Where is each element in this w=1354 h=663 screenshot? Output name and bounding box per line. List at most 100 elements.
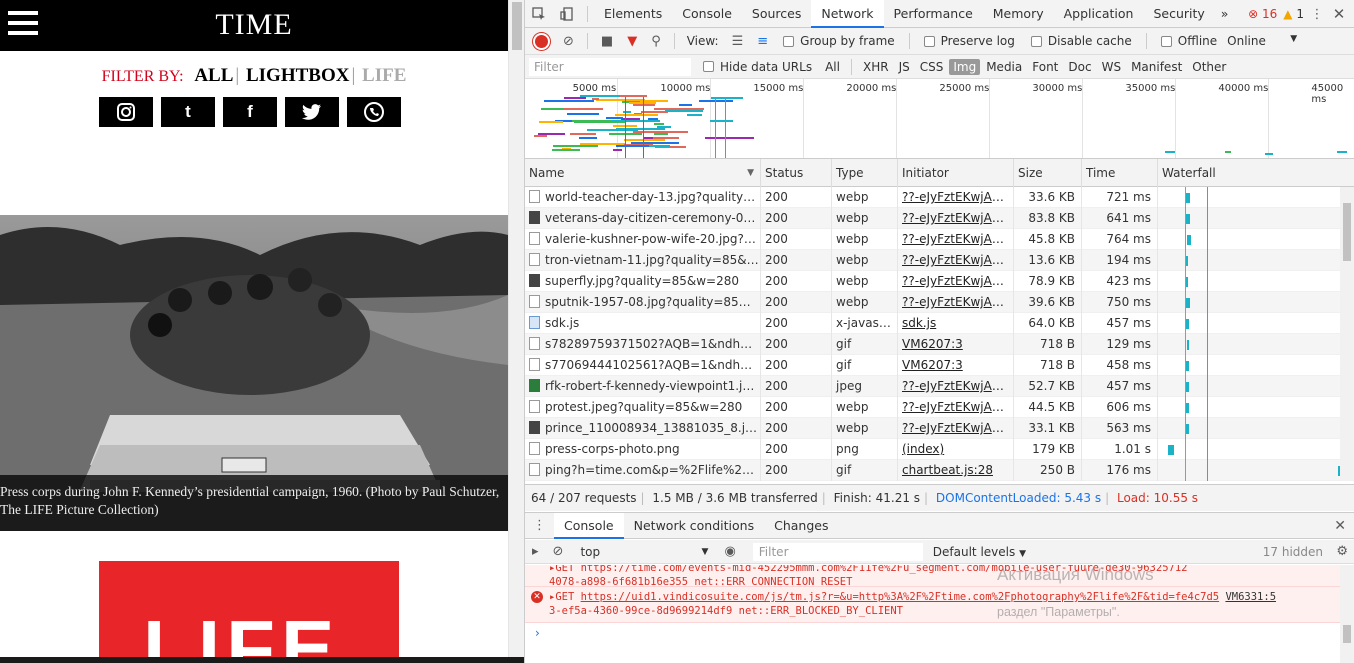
whatsapp-icon[interactable]: [347, 97, 401, 127]
tab-elements[interactable]: Elements: [594, 0, 672, 28]
clear-icon[interactable]: ⊘: [563, 34, 574, 49]
type-filter-all[interactable]: All: [821, 59, 844, 75]
tab-memory[interactable]: Memory: [983, 0, 1054, 28]
waterfall-view-icon[interactable]: ≡: [757, 34, 768, 49]
life-logo[interactable]: LIFE: [99, 561, 399, 663]
column-header-name[interactable]: Name ▼: [525, 159, 761, 187]
error-count-badge[interactable]: ⊗ 16: [1248, 7, 1277, 21]
table-row[interactable]: prince_110008934_13881035_8.jpg?q...200w…: [525, 418, 1354, 439]
warning-count-badge[interactable]: ▲ 1: [1283, 7, 1304, 21]
request-initiator[interactable]: ??-eJyFztEKwjAMB...: [898, 376, 1014, 397]
log-levels-select[interactable]: Default levels ▼: [933, 545, 1026, 559]
column-header-waterfall[interactable]: Waterfall: [1158, 159, 1354, 187]
request-initiator[interactable]: ??-eJyFztEKwjAMB...: [898, 250, 1014, 271]
network-overview-timeline[interactable]: 5000 ms 10000 ms 15000 ms 20000 ms 25000 ms 3…: [525, 79, 1354, 159]
column-header-initiator[interactable]: Initiator: [898, 159, 1014, 187]
console-settings-icon[interactable]: ⚙: [1336, 544, 1348, 559]
instagram-icon[interactable]: [99, 97, 153, 127]
console-scrollbar[interactable]: [1340, 565, 1354, 663]
network-filter-input[interactable]: Filter: [529, 57, 691, 76]
screenshot-icon[interactable]: ■: [601, 34, 613, 49]
console-sidebar-icon[interactable]: ▸: [532, 544, 539, 559]
request-initiator[interactable]: ??-eJyFztEKwjAMB...: [898, 271, 1014, 292]
request-initiator[interactable]: ??-eJyFztEKwjAMB...: [898, 292, 1014, 313]
request-initiator[interactable]: ??-eJyFztEKwjAMB...: [898, 229, 1014, 250]
table-row[interactable]: veterans-day-citizen-ceremony-01.jp... 20…: [525, 208, 1354, 229]
filter-lightbox-link[interactable]: LIGHTBOX: [246, 65, 349, 86]
request-initiator[interactable]: ??-eJyFztEKwjAMB...: [898, 397, 1014, 418]
table-row[interactable]: ping?h=time.com&p=%2Flife%2F&u... 200 gif c…: [525, 460, 1354, 481]
close-drawer-icon[interactable]: ✕: [1334, 518, 1346, 534]
column-header-type[interactable]: Type: [832, 159, 898, 187]
request-initiator[interactable]: sdk.js: [898, 313, 1014, 334]
request-initiator[interactable]: (index): [898, 439, 1014, 460]
filter-icon[interactable]: ▼: [627, 34, 637, 49]
error-url-link[interactable]: https://uid1.vindicosuite.com/js/tm.js?r…: [581, 591, 1219, 603]
tab-security[interactable]: Security: [1143, 0, 1214, 28]
table-row[interactable]: s78289759371502?AQB=1&ndh=1&t... 200 gif VM…: [525, 334, 1354, 355]
error-source-link[interactable]: VM6331:5: [1225, 591, 1276, 603]
large-rows-icon[interactable]: ☰: [732, 34, 744, 49]
column-header-status[interactable]: Status: [761, 159, 832, 187]
live-expression-icon[interactable]: ◉: [724, 544, 735, 559]
request-initiator[interactable]: ??-eJyFztEKwjAMB...: [898, 418, 1014, 439]
more-options-icon[interactable]: ⋮: [1310, 0, 1324, 28]
inspect-element-icon[interactable]: [525, 0, 553, 28]
tab-network[interactable]: Network: [811, 0, 884, 28]
page-scrollbar[interactable]: [508, 0, 524, 663]
console-prompt[interactable]: ›: [525, 623, 1354, 640]
request-initiator[interactable]: VM6207:3: [898, 334, 1014, 355]
disable-cache-checkbox[interactable]: Disable cache: [1030, 34, 1132, 48]
device-toolbar-icon[interactable]: [553, 0, 581, 28]
throttling-select[interactable]: Online ▼: [1227, 34, 1297, 48]
type-filter-manifest[interactable]: Manifest: [1127, 59, 1186, 75]
table-row[interactable]: sputnik-1957-08.jpg?quality=85&w=... 200 w…: [525, 292, 1354, 313]
type-filter-media[interactable]: Media: [982, 59, 1026, 75]
request-initiator[interactable]: VM6207:3: [898, 355, 1014, 376]
twitter-icon[interactable]: [285, 97, 339, 127]
tab-performance[interactable]: Performance: [884, 0, 983, 28]
tab-console[interactable]: Console: [672, 0, 742, 28]
type-filter-font[interactable]: Font: [1028, 59, 1062, 75]
table-row[interactable]: world-teacher-day-13.jpg?quality=85... 20…: [525, 187, 1354, 208]
table-row[interactable]: rfk-robert-f-kennedy-viewpoint1.jpg?... 2…: [525, 376, 1354, 397]
facebook-icon[interactable]: f: [223, 97, 277, 127]
type-filter-doc[interactable]: Doc: [1064, 59, 1095, 75]
drawer-tab-console[interactable]: Console: [554, 512, 624, 539]
close-devtools-icon[interactable]: ✕: [1330, 0, 1348, 28]
offline-checkbox[interactable]: Offline: [1160, 34, 1217, 48]
table-row[interactable]: sdk.js 200 x-javascr... sdk.js 64.0 KB 457 ms: [525, 313, 1354, 334]
table-row[interactable]: press-corps-photo.png 200 png (index) 179 KB…: [525, 439, 1354, 460]
preserve-log-checkbox[interactable]: Preserve log: [923, 34, 1015, 48]
type-filter-css[interactable]: CSS: [916, 59, 948, 75]
console-filter-input[interactable]: Filter: [752, 542, 923, 561]
tab-sources[interactable]: Sources: [742, 0, 811, 28]
column-header-time[interactable]: Time: [1082, 159, 1158, 187]
request-initiator[interactable]: chartbeat.js:28: [898, 460, 1014, 481]
more-tabs-button[interactable]: »: [1215, 0, 1235, 28]
tumblr-icon[interactable]: t: [161, 97, 215, 127]
table-row[interactable]: tron-vietnam-11.jpg?quality=85&w=... 200 w…: [525, 250, 1354, 271]
filter-life-link[interactable]: LIFE: [362, 65, 406, 86]
type-filter-other[interactable]: Other: [1188, 59, 1230, 75]
console-error-message[interactable]: ▸GET https://time.com/events-mid-452295m…: [525, 565, 1354, 587]
table-row[interactable]: superfly.jpg?quality=85&w=280 200 webp ??-e…: [525, 271, 1354, 292]
hide-data-urls-checkbox[interactable]: Hide data URLs: [703, 60, 812, 74]
type-filter-js[interactable]: JS: [895, 59, 914, 75]
table-row[interactable]: valerie-kushner-pow-wife-20.jpg?qua... 20…: [525, 229, 1354, 250]
request-initiator[interactable]: ??-eJyFztEKwjAMB...: [898, 208, 1014, 229]
column-header-size[interactable]: Size: [1014, 159, 1082, 187]
type-filter-xhr[interactable]: XHR: [859, 59, 893, 75]
tab-application[interactable]: Application: [1054, 0, 1144, 28]
console-error-message[interactable]: ✕ ▸GET https://uid1.vindicosuite.com/js/…: [525, 587, 1354, 623]
drawer-tab-changes[interactable]: Changes: [764, 513, 838, 539]
table-row[interactable]: s77069444102561?AQB=1&ndh=1&t... 200 gif VM…: [525, 355, 1354, 376]
record-button[interactable]: [535, 34, 548, 48]
type-filter-ws[interactable]: WS: [1098, 59, 1125, 75]
filter-all-link[interactable]: ALL: [194, 65, 233, 86]
type-filter-img[interactable]: Img: [949, 58, 981, 75]
clear-console-icon[interactable]: ⊘: [553, 544, 564, 559]
table-row[interactable]: protest.jpeg?quality=85&w=280 200 webp ??-e…: [525, 397, 1354, 418]
context-select[interactable]: top: [576, 543, 712, 561]
site-logo[interactable]: TIME: [0, 8, 508, 42]
